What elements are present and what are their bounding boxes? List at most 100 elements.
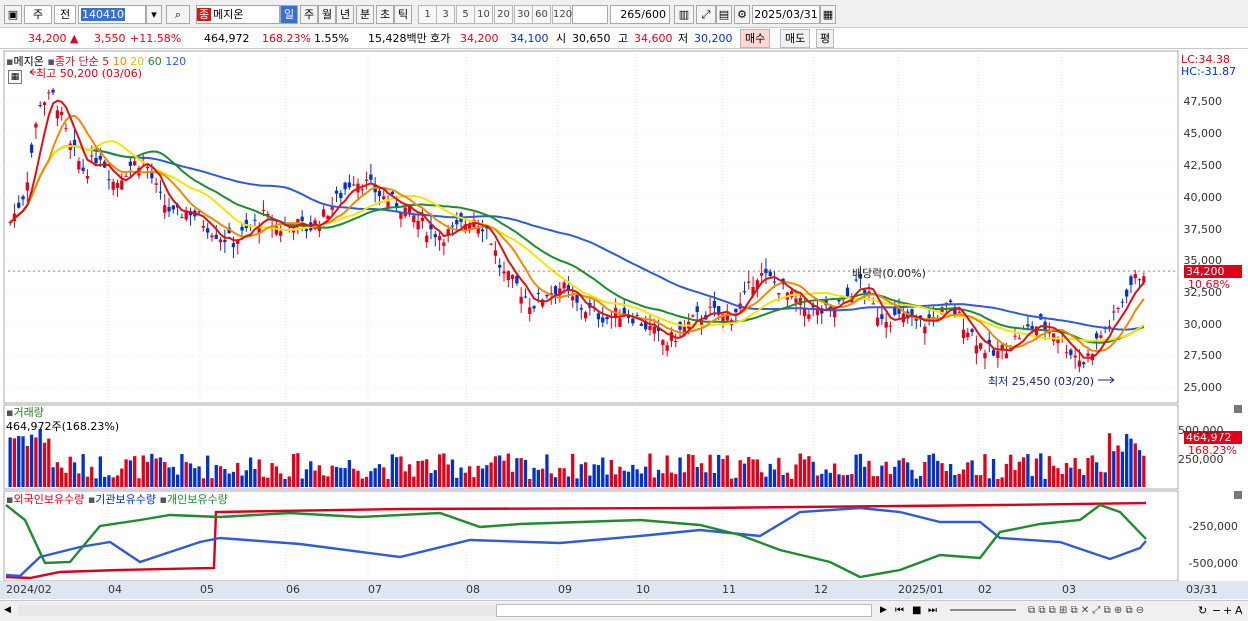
volume-bar <box>1052 465 1056 487</box>
zoom-out-icon[interactable]: ↻ <box>1198 603 1207 618</box>
volume-bar <box>850 474 854 487</box>
interval-5[interactable]: 5 <box>456 5 475 24</box>
count-value: 265 <box>620 8 642 21</box>
interval-1[interactable]: 1 <box>418 5 437 24</box>
candle-icon[interactable]: ▥ <box>674 5 694 24</box>
save-icon[interactable]: ▤ <box>716 5 732 24</box>
volume-bar <box>279 473 283 487</box>
period-1[interactable]: 주 <box>300 5 318 24</box>
change-value: 3,550 <box>94 32 126 45</box>
code-dropdown-icon[interactable]: ▾ <box>146 5 162 24</box>
volume-bar <box>1116 445 1120 487</box>
scroll-left-icon[interactable]: ◀ <box>4 603 16 618</box>
candle-body <box>528 307 532 314</box>
grid-toggle-icon[interactable]: ▦ <box>8 70 22 84</box>
interval-3[interactable]: 3 <box>436 5 455 24</box>
chart-canvas[interactable] <box>0 50 1248 621</box>
stop-icon[interactable]: ■ <box>912 603 921 618</box>
zoom-slider-icon[interactable] <box>950 609 1016 611</box>
date-field[interactable]: 2025/03/31 <box>752 5 820 24</box>
font-icon[interactable]: A <box>1235 603 1243 618</box>
scroll-right-icon[interactable]: ▶ <box>880 603 890 618</box>
volume-bar <box>1047 456 1052 487</box>
search-icon[interactable]: ⌕ <box>166 5 190 24</box>
chart-settings-icon[interactable]: ▣ <box>4 5 22 24</box>
volume-bar <box>691 455 695 487</box>
low-label: 저 <box>678 32 689 45</box>
period-6[interactable]: 틱 <box>394 5 412 24</box>
interval-10[interactable]: 10 <box>474 5 493 24</box>
sell-button[interactable]: 매도 <box>780 29 811 48</box>
volume-bar <box>1133 443 1137 487</box>
candle-body <box>60 111 64 115</box>
volume-bar <box>55 462 60 487</box>
volume-bar <box>626 471 631 487</box>
avg-button[interactable]: 평 <box>816 29 835 48</box>
volume-bar <box>12 438 17 487</box>
volume-bar <box>236 462 240 487</box>
volume-bar <box>90 466 94 487</box>
period-3[interactable]: 년 <box>336 5 354 24</box>
trade-amount: 15,428백만 <box>368 32 427 45</box>
calendar-icon[interactable]: ▦ <box>820 5 836 24</box>
period-2[interactable]: 월 <box>318 5 336 24</box>
volume-tick: 250,000 <box>1178 453 1224 466</box>
buy-button[interactable]: 매수 <box>740 29 771 48</box>
scroll-track[interactable] <box>18 605 496 616</box>
stock-name-field[interactable]: 종 메지온 <box>196 5 280 24</box>
volume-bar <box>437 454 442 487</box>
volume-bar <box>98 456 102 487</box>
candle-body <box>562 282 566 289</box>
candle-body <box>519 296 523 304</box>
x-tick: 04 <box>108 583 122 596</box>
interval-60[interactable]: 60 <box>532 5 551 24</box>
volume-bar <box>751 459 755 487</box>
volume-bar <box>68 456 72 487</box>
volume-bar <box>987 478 991 487</box>
price-tick: 35,000 <box>1183 254 1223 267</box>
zoom-in-icon[interactable]: − <box>1212 603 1221 618</box>
candle-body <box>523 296 528 298</box>
volume-bar <box>682 472 687 487</box>
candle-body <box>90 155 94 157</box>
interval-30[interactable]: 30 <box>514 5 533 24</box>
interval-custom-input[interactable] <box>572 5 608 24</box>
interval-120[interactable]: 120 <box>552 5 572 24</box>
draw-tool-icon[interactable]: ⤢ <box>696 5 716 24</box>
type-select[interactable]: 주 <box>24 5 52 24</box>
period-4[interactable]: 분 <box>356 5 374 24</box>
prev-select[interactable]: 전 <box>54 5 76 24</box>
bid-price: 34,100 <box>510 32 549 45</box>
volume-bar <box>841 475 845 487</box>
zoom-plus-icon[interactable]: + <box>1223 603 1232 618</box>
candle-body <box>81 167 85 171</box>
interval-20[interactable]: 20 <box>494 5 513 24</box>
volume-bar <box>29 434 34 487</box>
candle-body <box>502 271 506 274</box>
x-tick: 12 <box>814 583 828 596</box>
scroll-thumb[interactable] <box>496 604 872 617</box>
chart-area: ▪메지온 ▪종가 단순 5 10 20 60 120 ▦ 최고 50,200 (… <box>0 50 1248 621</box>
stock-code-input[interactable]: 140410 <box>78 5 146 24</box>
gear-icon[interactable]: ⚙ <box>734 5 750 24</box>
close-volume-panel-icon[interactable] <box>1234 405 1242 413</box>
close-holding-panel-icon[interactable] <box>1234 491 1242 499</box>
last-icon[interactable]: ⏭ <box>928 603 937 618</box>
volume-bar <box>1137 450 1142 487</box>
volume-bar <box>639 473 644 487</box>
volume-bar <box>1120 451 1125 487</box>
volume-bar <box>433 470 437 487</box>
candle-body <box>639 323 644 326</box>
volume-bar <box>107 475 111 487</box>
candle-body <box>364 179 369 181</box>
volume-bar <box>871 476 875 487</box>
candle-body <box>1082 362 1086 365</box>
first-icon[interactable]: ⏮ <box>895 603 904 618</box>
layout-icon[interactable]: ⧉ ⧉ ⧉ ⊞ ⧉ ✕ ⤢ ⧉ ⊕ ⧉ ⊖ <box>1028 603 1144 618</box>
candle-body <box>480 229 485 232</box>
period-0[interactable]: 일 <box>280 5 298 24</box>
candle-body <box>712 300 717 308</box>
count-field[interactable]: 265/600 <box>610 5 670 24</box>
volume-bar <box>858 453 863 487</box>
period-5[interactable]: 초 <box>376 5 394 24</box>
